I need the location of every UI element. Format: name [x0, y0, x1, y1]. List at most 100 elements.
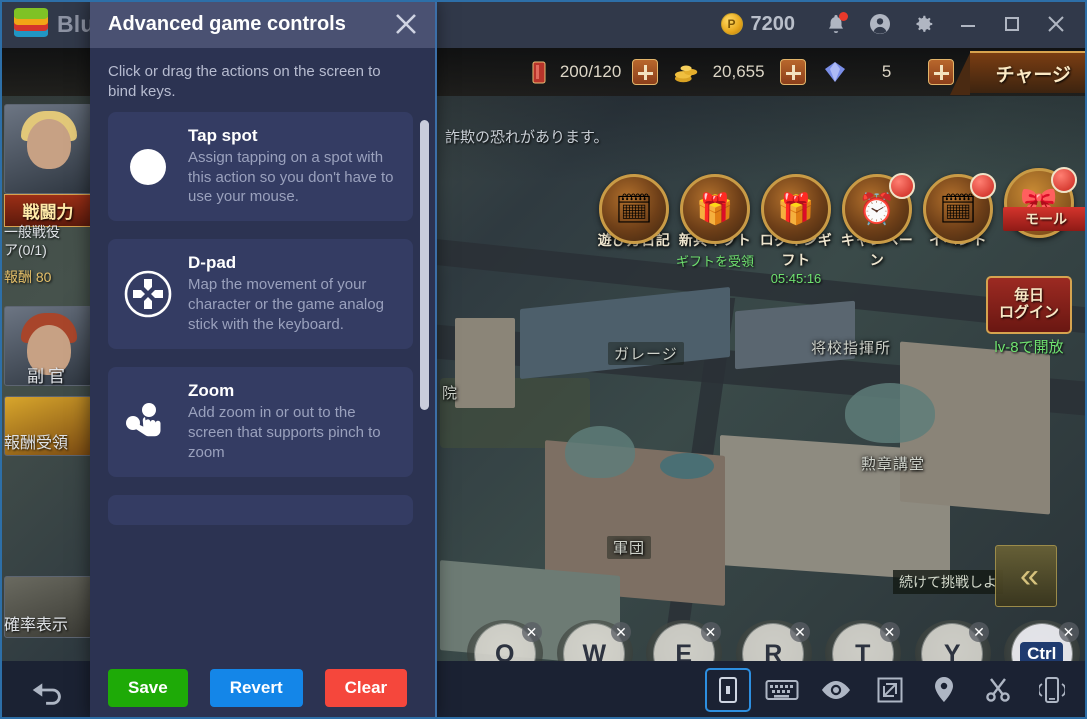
- map-label[interactable]: 将校指揮所: [805, 336, 897, 359]
- close-icon[interactable]: [1035, 3, 1077, 45]
- login-gift-icon: 🎁: [761, 174, 831, 244]
- remove-keybind-icon[interactable]: ✕: [879, 622, 900, 642]
- rate-display-label: 確率表示: [4, 617, 69, 634]
- remove-keybind-icon[interactable]: ✕: [1058, 622, 1079, 642]
- dpad-icon: [120, 253, 176, 335]
- keybind-item[interactable]: Ctrl ✕ 戦役: [997, 616, 1087, 661]
- map-label[interactable]: 勲章講堂: [855, 452, 931, 475]
- dialog-footer: Save Revert Clear: [90, 657, 435, 719]
- remove-keybind-icon[interactable]: ✕: [521, 622, 542, 642]
- keybind-row: Q ✕ 陣容 W ✕ 倉庫 E ✕ 装置 R ✕ 乗員: [460, 616, 1087, 661]
- titlebar-actions: P 7200: [720, 3, 1087, 45]
- gear-icon[interactable]: [903, 3, 945, 45]
- bluestacks-wordmark: Blu: [57, 10, 95, 37]
- event-icon-diary[interactable]: 🗓 遊び方日記: [595, 174, 673, 250]
- account-icon[interactable]: [859, 3, 901, 45]
- keybind-item[interactable]: T ✕ 挑戦: [818, 616, 908, 661]
- scrollbar-thumb[interactable]: [420, 119, 429, 410]
- mission-line2: ア(0/1): [4, 241, 47, 258]
- sidebar-commander-card[interactable]: 戦闘力: [4, 104, 92, 227]
- keybind-item[interactable]: R ✕ 乗員: [729, 616, 819, 661]
- keybind-item[interactable]: E ✕ 装置: [639, 616, 729, 661]
- daily-login-note: lv-8で開放: [994, 339, 1064, 356]
- fullscreen-icon[interactable]: [869, 670, 911, 710]
- card-title: Tap spot: [188, 125, 258, 145]
- map-label[interactable]: 院: [436, 381, 464, 404]
- remove-keybind-icon[interactable]: ✕: [969, 622, 989, 642]
- card-title: Zoom: [188, 381, 235, 401]
- mall-icon: 🎀 モール: [1003, 167, 1087, 238]
- event-icon-mall[interactable]: 🎀 モール: [1000, 167, 1087, 238]
- sidebar-claim-reward[interactable]: 報酬受領: [4, 396, 92, 456]
- daily-login-label: 毎日 ログイン: [999, 287, 1059, 322]
- adjutant-label: 副官: [27, 367, 69, 386]
- gem-icon: [822, 59, 848, 85]
- notification-badge: [1051, 167, 1077, 193]
- bluestacks-logo-icon: [14, 8, 48, 39]
- action-card-dpad[interactable]: D-pad Map the movement of your character…: [108, 239, 413, 350]
- minimize-icon[interactable]: [947, 3, 989, 45]
- location-pin-icon[interactable]: [923, 670, 965, 710]
- add-energy-button[interactable]: [631, 59, 658, 85]
- game-controls-icon[interactable]: [705, 668, 751, 712]
- coin-icon: P: [720, 13, 743, 35]
- ctrl-key-label: Ctrl: [1020, 642, 1064, 661]
- claim-reward-label: 報酬受領: [4, 435, 69, 452]
- resource-gem: 5: [822, 59, 918, 85]
- keybind-item[interactable]: W ✕ 倉庫: [550, 616, 640, 661]
- action-card-partial[interactable]: [108, 495, 413, 526]
- shake-device-icon[interactable]: [1031, 670, 1073, 710]
- sidebar-rate-display[interactable]: 確率表示: [4, 576, 92, 638]
- card-description: Add zoom in or out to the screen that su…: [188, 404, 381, 462]
- map-label[interactable]: 軍団: [607, 536, 652, 559]
- event-icon-newbie-gift[interactable]: 🎁 新兵ギフト ギフトを受領: [676, 174, 754, 270]
- game-left-sidebar[interactable]: 戦闘力 一般戦役 ア(0/1) 報酬 80 副官 報酬受領 確率表示: [0, 96, 95, 661]
- back-arrow-icon[interactable]: [27, 670, 69, 710]
- event-icon-login-gift[interactable]: 🎁 ログインギフト 05:45:16: [757, 174, 835, 286]
- close-icon[interactable]: [389, 7, 423, 41]
- map-label[interactable]: ガレージ: [608, 342, 684, 365]
- remove-keybind-icon[interactable]: ✕: [611, 622, 631, 642]
- charge-button[interactable]: チャージ: [949, 51, 1087, 95]
- bell-icon[interactable]: [815, 3, 857, 45]
- keybind-item[interactable]: Q ✕ 陣容: [460, 616, 550, 661]
- remove-keybind-icon[interactable]: ✕: [700, 622, 721, 642]
- eye-icon[interactable]: [815, 670, 857, 710]
- dialog-scrollbar[interactable]: [420, 119, 429, 657]
- commander-portrait: [4, 104, 92, 194]
- collapse-panel-button[interactable]: «: [995, 545, 1057, 607]
- energy-icon: [526, 59, 552, 85]
- action-card-zoom[interactable]: Zoom Add zoom in or out to the screen th…: [108, 367, 413, 478]
- event-sublabel: ギフトを受領: [676, 254, 755, 269]
- dialog-edge-accent: [435, 0, 437, 719]
- resource-energy: 200/120: [526, 59, 622, 85]
- keyboard-icon[interactable]: [761, 670, 803, 710]
- zoom-pinch-icon: [120, 381, 176, 463]
- points-indicator[interactable]: P 7200: [720, 13, 795, 36]
- bluestacks-window: ガレージ 将校指揮所 勲章講堂 軍団 院 200/120 20,655 5 チャ…: [0, 0, 1087, 719]
- add-gold-button[interactable]: [779, 59, 806, 85]
- campaign-icon: ⏰: [842, 173, 915, 244]
- action-card-tap-spot[interactable]: Tap spot Assign tapping on a spot with t…: [108, 111, 413, 222]
- keybind-item[interactable]: Y ✕ 争覇: [908, 616, 998, 661]
- maximize-icon[interactable]: [991, 3, 1033, 45]
- clear-button[interactable]: Clear: [324, 669, 408, 707]
- mall-label: モール: [1003, 207, 1087, 231]
- mission-line1: 一般戦役: [4, 224, 60, 240]
- remove-keybind-icon[interactable]: ✕: [790, 622, 810, 642]
- advanced-game-controls-dialog: Advanced game controls Click or drag the…: [90, 0, 435, 719]
- sidebar-mission[interactable]: 一般戦役 ア(0/1) 報酬 80: [4, 224, 92, 287]
- scissors-icon[interactable]: [977, 670, 1019, 710]
- double-chevron-left-icon: «: [1020, 557, 1039, 595]
- gold-icon: [674, 59, 700, 85]
- daily-login-button[interactable]: 毎日 ログイン: [986, 276, 1072, 334]
- revert-button[interactable]: Revert: [209, 669, 303, 707]
- card-description: Map the movement of your character or th…: [188, 276, 384, 334]
- sidebar-adjutant[interactable]: 副官: [4, 306, 92, 387]
- gem-value: 5: [881, 62, 892, 81]
- event-icon-event[interactable]: 🗓 イベント: [919, 173, 997, 250]
- resource-gold: 20,655: [674, 59, 770, 85]
- challenge-tooltip: 続けて挑戦しよ: [893, 570, 1003, 594]
- save-button[interactable]: Save: [108, 669, 188, 707]
- event-icon-campaign[interactable]: ⏰ キャンペーン: [838, 173, 916, 270]
